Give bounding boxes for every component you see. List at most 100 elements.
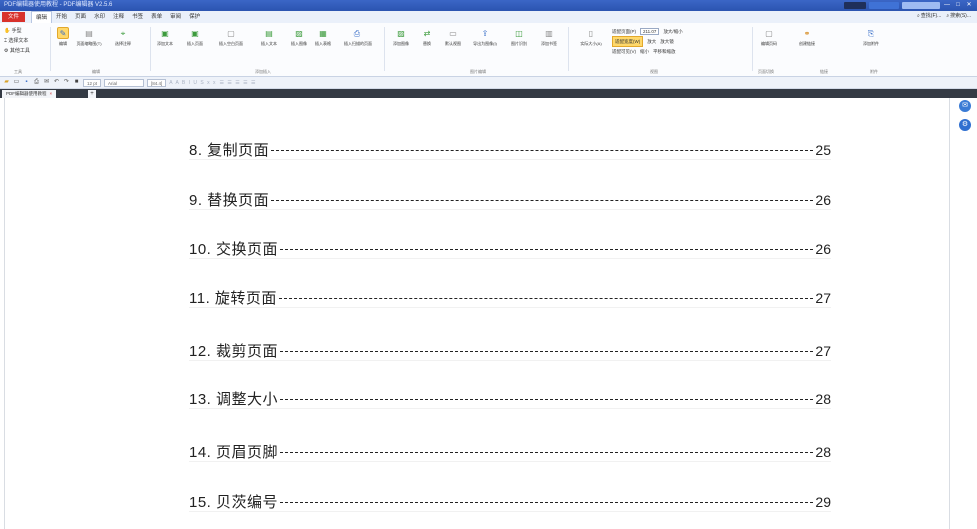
- zoom-out-option[interactable]: 缩小: [640, 47, 649, 56]
- redo-icon[interactable]: ↷: [63, 79, 70, 86]
- actual-size-button[interactable]: ▯ 实际大小(A): [578, 27, 604, 46]
- fit-page-option[interactable]: 适配页面(P): [612, 27, 636, 36]
- add-text-button[interactable]: ▣ 添加文本: [152, 27, 178, 46]
- image-recognition-button[interactable]: ◫ 图片识别: [506, 27, 532, 46]
- insert-image-button[interactable]: ▨ 插入图像: [286, 27, 312, 46]
- group-view-label: 视图: [650, 69, 658, 74]
- file-menu-button[interactable]: 文件: [2, 12, 26, 22]
- email-icon[interactable]: ✉: [43, 79, 50, 86]
- close-tab-icon[interactable]: ×: [50, 90, 53, 98]
- font-name-field[interactable]: Arial: [104, 78, 145, 87]
- add-bookmark-button[interactable]: ▥ 添加书签: [536, 27, 562, 46]
- add-image-button[interactable]: ▨ 添加图像: [388, 27, 414, 46]
- menu-edit[interactable]: 编辑: [31, 11, 53, 23]
- pan-zoom-option[interactable]: 平移和缩放: [653, 47, 676, 56]
- loupe-option[interactable]: 放大镜: [660, 37, 674, 46]
- save-icon[interactable]: ▪: [23, 79, 30, 86]
- toc-entry-page: 29: [815, 493, 831, 510]
- chat-icon[interactable]: ✉: [959, 100, 971, 112]
- zoom-in-option[interactable]: 放大: [647, 37, 656, 46]
- new-file-icon[interactable]: ▭: [13, 79, 20, 86]
- toc-entry[interactable]: 11. 旋转页面 27: [189, 288, 831, 308]
- side-panel-icons: ✉ ⚙: [959, 100, 971, 131]
- toc-leader: [280, 502, 814, 503]
- settings-icon[interactable]: ⚙: [959, 119, 971, 131]
- zoom-row-1: 适配页面(P) 211.07 放大/缩小: [612, 27, 683, 36]
- color-swatch-icon[interactable]: ■: [73, 79, 80, 86]
- insert-blank-page-button[interactable]: ▢ 插入空白页面: [218, 27, 244, 46]
- menu-review[interactable]: 审阅: [166, 11, 185, 23]
- fit-visible-option[interactable]: 适配可见(V): [612, 47, 636, 56]
- insert-text-label: 插入文本: [261, 41, 277, 46]
- print-icon[interactable]: ⎙: [33, 79, 40, 86]
- close-button[interactable]: ✕: [965, 2, 973, 9]
- insert-page-button[interactable]: ▣ 插入页面: [182, 27, 208, 46]
- menu-watermark[interactable]: 水印: [90, 11, 109, 23]
- toc-entry[interactable]: 8. 复制页面 25: [189, 140, 831, 160]
- edit-button[interactable]: ✎ 编辑: [50, 27, 76, 46]
- upgrade-badge[interactable]: [902, 2, 940, 9]
- annotation-icon: ⌖: [120, 28, 126, 38]
- search-button[interactable]: ⌕ 搜索(S)...: [946, 12, 971, 20]
- insert-scanned-page-button[interactable]: ⎙ 插入扫描的页面: [344, 27, 372, 46]
- toc-entry[interactable]: 10. 交换页面 26: [189, 239, 831, 259]
- zoom-value-field[interactable]: 211.07: [640, 28, 660, 35]
- document-viewer[interactable]: 8. 复制页面 25 9. 替换页面 26 10. 交换页面 26 11. 旋转…: [0, 98, 977, 529]
- add-attachment-button[interactable]: ⎘ 添加附件: [858, 27, 884, 46]
- insert-table-label: 插入表格: [315, 41, 331, 46]
- replace-button[interactable]: ⇄ 替换: [414, 27, 440, 46]
- menu-bookmark[interactable]: 书签: [128, 11, 147, 23]
- export-image-label: 导出为图像(I): [473, 41, 497, 46]
- group-page-switch-label: 页面切换: [758, 69, 774, 74]
- menu-bar: 文件 编辑 开始 页面 水印 注释 书签 表单 审阅 保护 ⌕ 查找(F)... …: [0, 11, 977, 23]
- minimize-button[interactable]: —: [943, 2, 951, 9]
- magnifier-option[interactable]: 放大/缩小: [663, 27, 682, 36]
- insert-text-button[interactable]: ▤ 插入文本: [256, 27, 282, 46]
- other-tools[interactable]: ⚙ 其他工具: [4, 47, 30, 54]
- default-view-button[interactable]: ▭ 默认视图: [440, 27, 466, 46]
- toc-entry-title: 13. 调整大小: [189, 391, 279, 408]
- menu-start[interactable]: 开始: [52, 11, 71, 23]
- title-bar: PDF编辑器使用教程 - PDF编辑器 V2.5.6 — □ ✕: [0, 0, 977, 11]
- menu-form[interactable]: 表单: [147, 11, 166, 23]
- pdf-editor-window: PDF编辑器使用教程 - PDF编辑器 V2.5.6 — □ ✕ 文件 编辑 开…: [0, 0, 977, 529]
- quick-access-bar: ▰ ▭ ▪ ⎙ ✉ ↶ ↷ ■ 12 pt Arial [84.4] A A B…: [0, 77, 977, 89]
- page-thumbnail-button[interactable]: ▤ 页面缩略图(T): [76, 27, 102, 46]
- document-tab[interactable]: PDF编辑器使用教程 ×: [2, 90, 57, 98]
- select-annotation-button[interactable]: ⌖ 选择注释: [110, 27, 136, 46]
- group-link-label: 链接: [820, 69, 828, 74]
- open-folder-icon[interactable]: ▰: [3, 79, 10, 86]
- insert-table-button[interactable]: ▦ 插入表格: [310, 27, 336, 46]
- toc-leader: [280, 452, 814, 453]
- toc-entry[interactable]: 9. 替换页面 26: [189, 190, 831, 210]
- menu-page[interactable]: 页面: [71, 11, 90, 23]
- select-annotation-label: 选择注释: [115, 41, 131, 46]
- new-tab-button[interactable]: +: [88, 90, 96, 98]
- toc-entry[interactable]: 14. 页眉页脚 28: [189, 442, 831, 462]
- export-image-button[interactable]: ⇪ 导出为图像(I): [472, 27, 498, 46]
- insert-blank-label: 插入空白页面: [219, 41, 243, 46]
- align-icons[interactable]: ☰ ☰ ☰ ☰ ☰: [220, 80, 257, 86]
- toc-entry-page: 25: [815, 141, 831, 158]
- undo-icon[interactable]: ↶: [53, 79, 60, 86]
- font-size-field[interactable]: 12 pt: [83, 78, 102, 87]
- find-button[interactable]: ⌕ 查找(F)...: [917, 12, 941, 20]
- fit-width-option[interactable]: 适配宽度(W): [612, 36, 644, 47]
- create-link-button[interactable]: ⚭ 创建链接: [794, 27, 820, 46]
- edit-page-number-label: 编辑页码: [761, 41, 777, 46]
- menu-annotate[interactable]: 注释: [109, 11, 128, 23]
- hand-tool[interactable]: ✋ 手型: [4, 27, 30, 34]
- toc-entry[interactable]: 12. 裁剪页面 27: [189, 341, 831, 361]
- toc-entry[interactable]: 13. 调整大小 28: [189, 389, 831, 409]
- char-scale-field[interactable]: [84.4]: [147, 78, 167, 87]
- menu-protect[interactable]: 保护: [185, 11, 204, 23]
- account-badge[interactable]: [869, 2, 899, 9]
- format-buttons[interactable]: A A B I U S x x: [169, 80, 216, 86]
- create-link-label: 创建链接: [799, 41, 815, 46]
- toc-entry[interactable]: 15. 贝茨编号 29: [189, 492, 831, 512]
- insert-page-icon: ▣: [191, 28, 199, 38]
- select-text-tool[interactable]: ⌶ 选择文本: [4, 37, 30, 44]
- edit-page-number-button[interactable]: ▢ 编辑页码: [756, 27, 782, 46]
- login-badge[interactable]: [844, 2, 866, 9]
- maximize-button[interactable]: □: [954, 2, 962, 9]
